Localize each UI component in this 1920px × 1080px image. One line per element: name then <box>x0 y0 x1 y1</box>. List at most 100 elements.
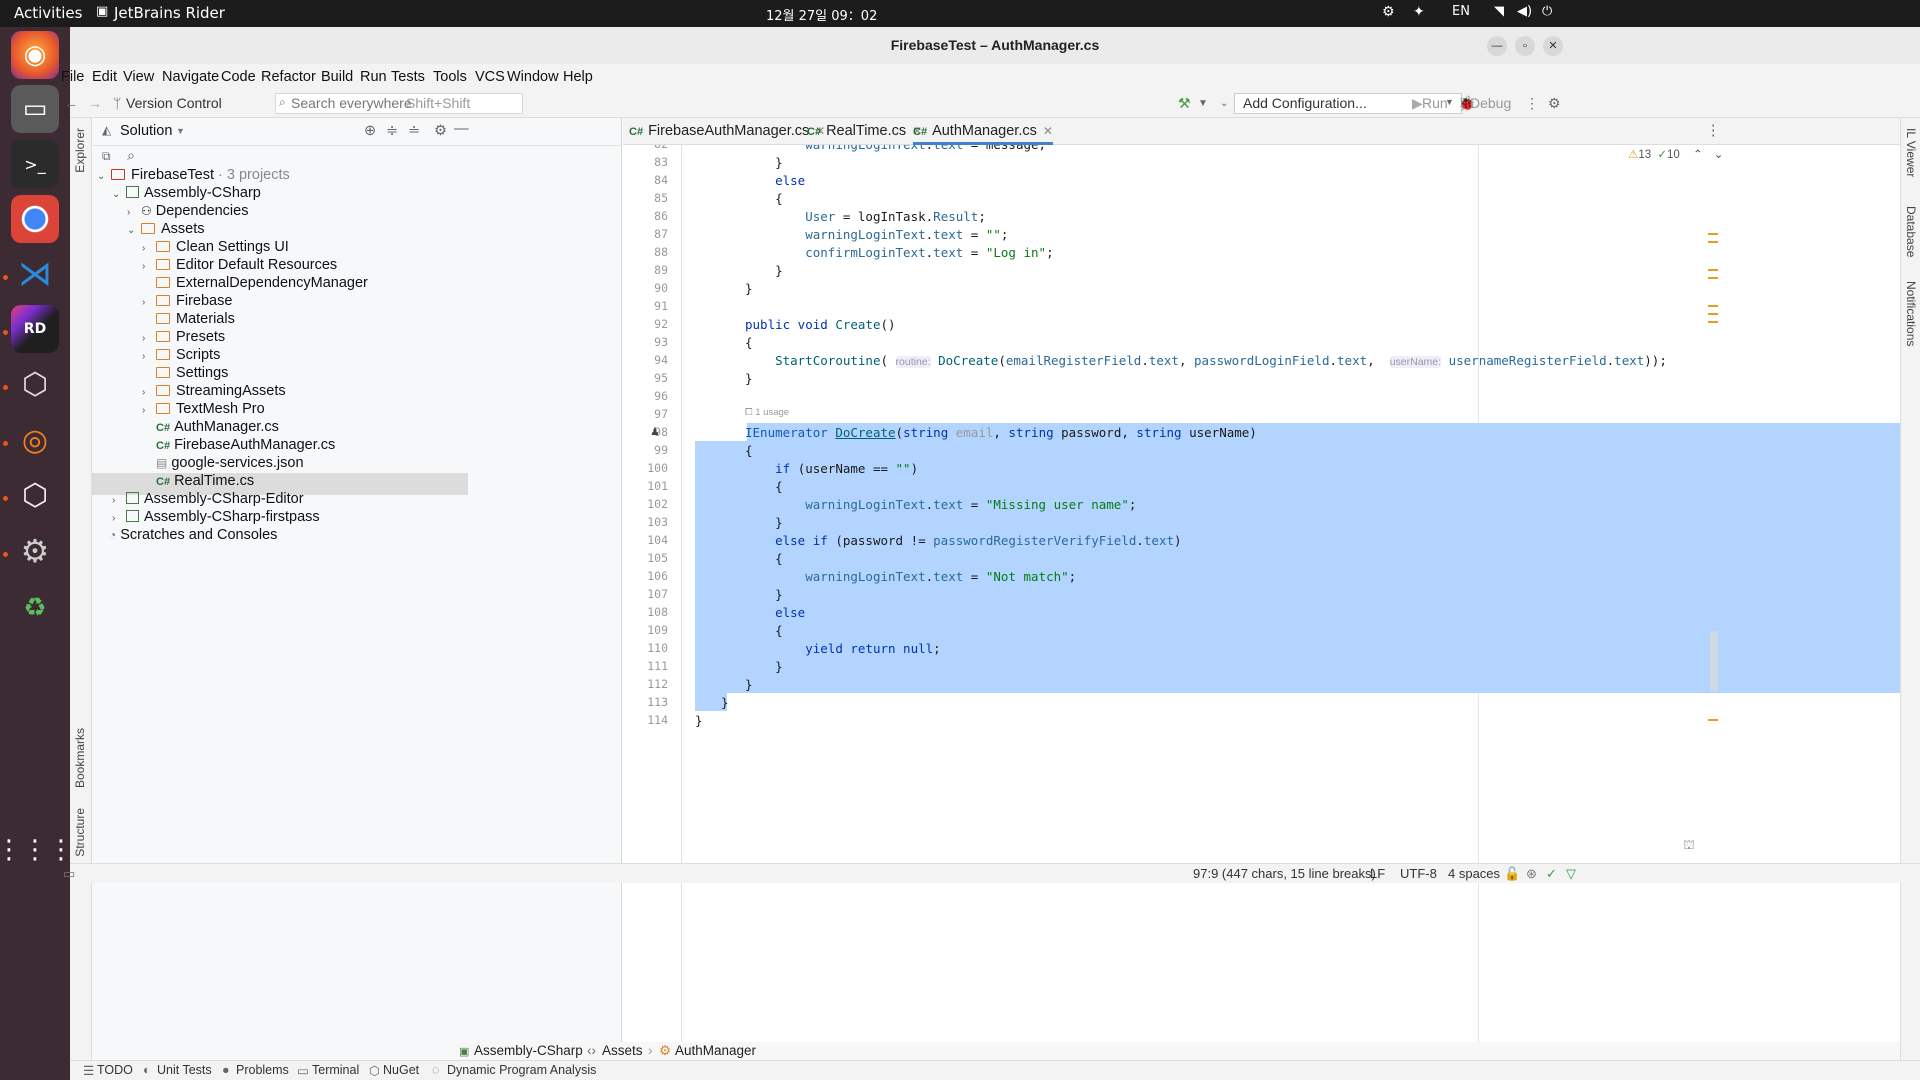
menu-window[interactable]: Window <box>507 69 559 85</box>
tool-nuget[interactable]: NuGet <box>383 1063 419 1077</box>
warning-marker[interactable] <box>1708 313 1718 315</box>
usage-hint[interactable]: ⧠ 1 usage <box>745 407 789 418</box>
line-number[interactable]: 91 <box>623 299 668 313</box>
line-number[interactable]: 104 <box>623 533 668 547</box>
build-hammer-icon[interactable]: ⚒ <box>1178 95 1191 112</box>
expand-all-icon[interactable]: ≑ <box>386 123 398 139</box>
warning-marker[interactable] <box>1708 269 1718 271</box>
debug-button[interactable]: Debug <box>1470 95 1511 111</box>
search-everywhere-box[interactable]: ⌕ Search everywhere Shift+Shift <box>275 93 523 114</box>
volume-icon[interactable]: ◀) <box>1517 4 1532 19</box>
firefox-icon[interactable]: ◉ <box>11 31 59 79</box>
power-icon[interactable]: ⏻ <box>1542 4 1552 19</box>
editor-scrollbar-thumb[interactable] <box>1710 631 1718 691</box>
menu-tools[interactable]: Tools <box>433 69 467 85</box>
bookmarks-side-tab[interactable]: Bookmarks <box>73 728 87 788</box>
line-number[interactable]: 82 <box>623 145 668 151</box>
line-number[interactable]: 87 <box>623 227 668 241</box>
menu-refactor[interactable]: Refactor <box>261 69 316 85</box>
app-menu-label[interactable]: JetBrains Rider <box>114 4 225 22</box>
next-highlight-icon[interactable]: ⌄ <box>1714 149 1724 161</box>
build-dropdown-icon[interactable]: ▼ <box>1198 98 1208 109</box>
tab-realtime[interactable]: C# RealTime.cs ✕ <box>807 118 922 145</box>
line-number[interactable]: 102 <box>623 497 668 511</box>
minimize-button[interactable]: — <box>1487 36 1507 56</box>
inspection-ok-icon[interactable]: ▽ <box>1566 866 1576 882</box>
line-number[interactable]: 99 <box>623 443 668 457</box>
filter-icon[interactable]: ⧉ <box>102 149 111 164</box>
menu-edit[interactable]: Edit <box>92 69 117 85</box>
line-number[interactable]: 109 <box>623 623 668 637</box>
warning-marker[interactable] <box>1708 241 1718 243</box>
back-arrow-icon[interactable]: ← <box>64 95 78 111</box>
warning-marker[interactable] <box>1708 305 1718 307</box>
tool-terminal[interactable]: Terminal <box>312 1063 359 1077</box>
language-indicator[interactable]: EN <box>1452 4 1470 19</box>
il-viewer-side-tab[interactable]: IL Viewer <box>1904 128 1918 177</box>
maximize-button[interactable]: ▫ <box>1515 36 1535 56</box>
menu-help[interactable]: Help <box>563 69 593 85</box>
layout-toggle-icon[interactable]: ▭ <box>63 866 75 882</box>
tab-menu-icon[interactable]: ⋮ <box>1706 123 1721 139</box>
apps-grid-icon[interactable]: ⋮⋮⋮ <box>0 826 74 874</box>
warning-marker[interactable] <box>1708 321 1718 323</box>
line-separator[interactable]: LF <box>1370 866 1385 881</box>
indent-setting[interactable]: 4 spaces <box>1448 866 1500 881</box>
line-number[interactable]: 86 <box>623 209 668 223</box>
locate-icon[interactable]: ⊕ <box>364 123 376 139</box>
solution-chevron-icon[interactable]: ▼ <box>176 126 185 136</box>
solution-wide-icon[interactable]: ⊛ <box>1526 866 1537 882</box>
blender-icon[interactable]: ◎ <box>11 416 59 464</box>
database-side-tab[interactable]: Database <box>1904 206 1918 257</box>
readonly-lock-icon[interactable]: 🔓 <box>1504 866 1520 882</box>
line-number[interactable]: 93 <box>623 335 668 349</box>
ubuntu-pro-icon[interactable]: ⚙ <box>1382 4 1395 20</box>
menu-view[interactable]: View <box>123 69 154 85</box>
line-number[interactable]: 113 <box>623 695 668 709</box>
menu-tests[interactable]: Tests <box>391 69 425 85</box>
code-editor[interactable]: 82 83 84 85 86 87 88 89 90 91 92 93 94 95 96 97 98 99 100 1… <box>623 145 1920 1042</box>
tab-firebaseauthmanager[interactable]: C# FirebaseAuthManager.cs ✕ <box>629 118 825 145</box>
explorer-side-tab[interactable]: Explorer <box>73 128 87 173</box>
config-dropdown-icon[interactable]: ⌄ <box>1220 98 1228 109</box>
line-number[interactable]: 112 <box>623 677 668 691</box>
wifi-icon[interactable]: ◥ <box>1494 4 1504 19</box>
unity-icon[interactable]: ⬡ <box>11 360 59 408</box>
menu-code[interactable]: Code <box>221 69 256 85</box>
activities-button[interactable]: Activities <box>14 4 82 22</box>
vscode-icon[interactable]: ⋊ <box>11 250 59 298</box>
trash-icon[interactable]: ♻ <box>11 584 59 632</box>
breadcrumb-folder[interactable]: Assets <box>602 1043 643 1058</box>
line-number[interactable]: 106 <box>623 569 668 583</box>
clock[interactable]: 12월 27일 09：02 <box>766 5 877 24</box>
notifications-side-tab[interactable]: Notifications <box>1904 281 1918 346</box>
breadcrumb-project[interactable]: Assembly-CSharp <box>474 1043 583 1058</box>
breadcrumb-class[interactable]: AuthManager <box>675 1043 756 1058</box>
line-number[interactable]: 94 <box>623 353 668 367</box>
more-actions-icon[interactable]: ⋮ <box>1525 95 1539 112</box>
line-number[interactable]: 96 <box>623 389 668 403</box>
line-number[interactable]: 85 <box>623 191 668 205</box>
line-number[interactable]: 108 <box>623 605 668 619</box>
explorer-settings-icon[interactable]: ⚙ <box>434 123 447 139</box>
line-number[interactable]: 83 <box>623 155 668 169</box>
line-number[interactable]: 111 <box>623 659 668 673</box>
status-ok-icon[interactable]: ✓ <box>1546 866 1557 882</box>
version-control-button[interactable]: Version Control <box>126 95 222 111</box>
warning-marker[interactable] <box>1708 719 1718 721</box>
line-number[interactable]: 107 <box>623 587 668 601</box>
color-indicator-icon[interactable]: ✦ <box>1413 4 1425 20</box>
inspection-summary[interactable]: ⚠13 ✓10 ⌃ ⌄ <box>1628 147 1723 161</box>
line-number[interactable]: 98 <box>623 425 668 439</box>
menu-file[interactable]: File <box>61 69 84 85</box>
line-number[interactable]: 110 <box>623 641 668 655</box>
line-number[interactable]: 100 <box>623 461 668 475</box>
unity-hub-icon[interactable]: ⬡ <box>11 471 59 519</box>
terminal-icon[interactable]: >_ <box>11 140 59 188</box>
line-number[interactable]: 92 <box>623 317 668 331</box>
line-number[interactable]: 89 <box>623 263 668 277</box>
warning-marker[interactable] <box>1708 277 1718 279</box>
menu-run[interactable]: Run <box>360 69 387 85</box>
line-number[interactable]: 101 <box>623 479 668 493</box>
tool-todo[interactable]: TODO <box>97 1063 133 1077</box>
